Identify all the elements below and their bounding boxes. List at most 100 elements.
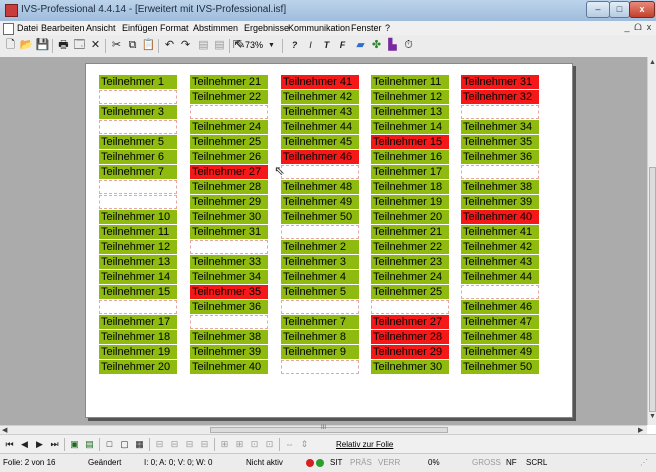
slide-up-icon[interactable]: ▤ (196, 38, 211, 53)
vertical-scrollbar[interactable]: ▲ ▼ (647, 57, 656, 425)
participant-cell[interactable]: Teilnehmer 40 (190, 360, 268, 374)
participant-cell[interactable]: Teilnehmer 43 (281, 105, 359, 119)
horizontal-scroll-thumb[interactable]: III (210, 425, 448, 433)
participant-cell-empty[interactable] (281, 225, 359, 239)
participant-cell[interactable]: Teilnehmer 42 (461, 240, 539, 254)
participant-cell[interactable]: Teilnehmer 47 (461, 315, 539, 329)
save-icon[interactable]: 💾 (35, 38, 50, 53)
participant-cell[interactable]: Teilnehmer 22 (190, 90, 268, 104)
maximize-button[interactable]: □ (609, 1, 630, 18)
participant-cell[interactable]: Teilnehmer 35 (461, 135, 539, 149)
italic-i-button[interactable]: I (303, 38, 318, 53)
participant-cell[interactable]: Teilnehmer 48 (461, 330, 539, 344)
menu-help[interactable]: ? (385, 23, 390, 33)
participant-cell[interactable]: Teilnehmer 12 (99, 240, 177, 254)
participant-cell[interactable]: Teilnehmer 44 (281, 120, 359, 134)
participant-cell[interactable]: Teilnehmer 3 (99, 105, 177, 119)
slide-view-icon[interactable]: ▣ (68, 438, 81, 451)
relativ-zur-folie-link[interactable]: Relativ zur Folie (336, 440, 393, 449)
participant-cell[interactable]: Teilnehmer 14 (99, 270, 177, 284)
participant-cell[interactable]: Teilnehmer 11 (371, 75, 449, 89)
participant-cell-empty[interactable] (281, 165, 359, 179)
participant-cell[interactable]: Teilnehmer 21 (190, 75, 268, 89)
chart-area-icon[interactable]: ▰ (353, 38, 368, 53)
participant-cell[interactable]: Teilnehmer 4 (281, 270, 359, 284)
participant-cell-empty[interactable] (281, 360, 359, 374)
copy-icon[interactable]: ⧉ (125, 38, 140, 53)
participant-cell-empty[interactable] (461, 165, 539, 179)
participant-cell[interactable]: Teilnehmer 50 (461, 360, 539, 374)
timer-icon[interactable]: ⏱ (401, 38, 416, 53)
same-size-icon[interactable]: ⊡ (248, 438, 261, 451)
participant-cell[interactable]: Teilnehmer 7 (99, 165, 177, 179)
participant-cell[interactable]: Teilnehmer 49 (461, 345, 539, 359)
participant-cell[interactable]: Teilnehmer 5 (281, 285, 359, 299)
undo-icon[interactable]: ↶ (162, 38, 177, 53)
scroll-down-icon[interactable]: ▼ (649, 413, 656, 420)
participant-cell[interactable]: Teilnehmer 34 (190, 270, 268, 284)
participant-cell-empty[interactable] (99, 300, 177, 314)
participant-cell[interactable]: Teilnehmer 41 (461, 225, 539, 239)
participant-cell[interactable]: Teilnehmer 1 (99, 75, 177, 89)
participant-cell[interactable]: Teilnehmer 38 (190, 330, 268, 344)
participant-cell[interactable]: Teilnehmer 24 (371, 270, 449, 284)
next-slide-icon[interactable]: ▶ (33, 438, 46, 451)
participant-cell-empty[interactable] (461, 285, 539, 299)
participant-cell[interactable]: Teilnehmer 34 (461, 120, 539, 134)
new-file-icon[interactable]: 🗋 (3, 38, 18, 53)
participant-cell[interactable]: Teilnehmer 9 (281, 345, 359, 359)
distribute-h-icon[interactable]: ⊞ (218, 438, 231, 451)
menu-fenster[interactable]: Fenster (351, 23, 382, 33)
menu-ergebnisse[interactable]: Ergebnisse (244, 23, 289, 33)
resize-grip-icon[interactable]: ⋰ (640, 458, 648, 467)
participant-cell[interactable]: Teilnehmer 35 (190, 285, 268, 299)
participant-cell[interactable]: Teilnehmer 36 (190, 300, 268, 314)
participant-cell[interactable]: Teilnehmer 32 (461, 90, 539, 104)
participant-cell[interactable]: Teilnehmer 39 (461, 195, 539, 209)
participant-cell-empty[interactable] (371, 300, 449, 314)
menu-einfuegen[interactable]: Einfügen (122, 23, 158, 33)
participant-cell[interactable]: Teilnehmer 2 (281, 240, 359, 254)
frame-dark-icon[interactable]: ▦ (133, 438, 146, 451)
participant-cell[interactable]: Teilnehmer 31 (190, 225, 268, 239)
frame-icon[interactable]: □ (103, 438, 116, 451)
participant-cell[interactable]: Teilnehmer 46 (461, 300, 539, 314)
participant-cell[interactable]: Teilnehmer 18 (371, 180, 449, 194)
delete-icon[interactable]: ✕ (88, 38, 103, 53)
participant-cell[interactable]: Teilnehmer 28 (190, 180, 268, 194)
menu-ansicht[interactable]: Ansicht (86, 23, 116, 33)
participant-cell[interactable]: Teilnehmer 29 (190, 195, 268, 209)
participant-cell[interactable]: Teilnehmer 14 (371, 120, 449, 134)
participant-cell[interactable]: Teilnehmer 28 (371, 330, 449, 344)
participant-cell[interactable]: Teilnehmer 26 (190, 150, 268, 164)
space-v-icon[interactable]: ⇕ (298, 438, 311, 451)
align-right-icon[interactable]: ⊟ (183, 438, 196, 451)
print-icon[interactable]: 🖶 (56, 38, 71, 53)
participant-cell-empty[interactable] (281, 300, 359, 314)
slide-page[interactable]: Teilnehmer 1 Teilnehmer 3 Teilnehmer 5 Teil… (85, 63, 573, 418)
participant-cell[interactable]: Teilnehmer 44 (461, 270, 539, 284)
participant-cell[interactable]: Teilnehmer 33 (190, 255, 268, 269)
mdi-close-button[interactable]: x (644, 22, 654, 33)
participant-cell[interactable]: Teilnehmer 13 (371, 105, 449, 119)
participant-cell[interactable]: Teilnehmer 27 (190, 165, 268, 179)
menu-abstimmen[interactable]: Abstimmen (193, 23, 238, 33)
scroll-right-icon[interactable]: ▶ (638, 426, 643, 434)
participant-cell[interactable]: Teilnehmer 17 (99, 315, 177, 329)
participant-cell[interactable]: Teilnehmer 16 (371, 150, 449, 164)
participant-cell[interactable]: Teilnehmer 21 (371, 225, 449, 239)
participant-cell[interactable]: Teilnehmer 29 (371, 345, 449, 359)
menu-format[interactable]: Format (160, 23, 189, 33)
participant-cell[interactable]: Teilnehmer 41 (281, 75, 359, 89)
participant-cell[interactable]: Teilnehmer 40 (461, 210, 539, 224)
mdi-minimize-button[interactable]: _ (622, 22, 632, 33)
font-f-button[interactable]: F (335, 38, 350, 53)
participant-cell[interactable]: Teilnehmer 10 (99, 210, 177, 224)
align-left-icon[interactable]: ⊟ (153, 438, 166, 451)
participant-cell[interactable]: Teilnehmer 25 (371, 285, 449, 299)
open-folder-icon[interactable]: 📂 (19, 38, 34, 53)
participant-cell-empty[interactable] (99, 195, 177, 209)
align-center-icon[interactable]: ⊟ (168, 438, 181, 451)
participant-cell[interactable]: Teilnehmer 30 (190, 210, 268, 224)
distribute-v-icon[interactable]: ⊞ (233, 438, 246, 451)
